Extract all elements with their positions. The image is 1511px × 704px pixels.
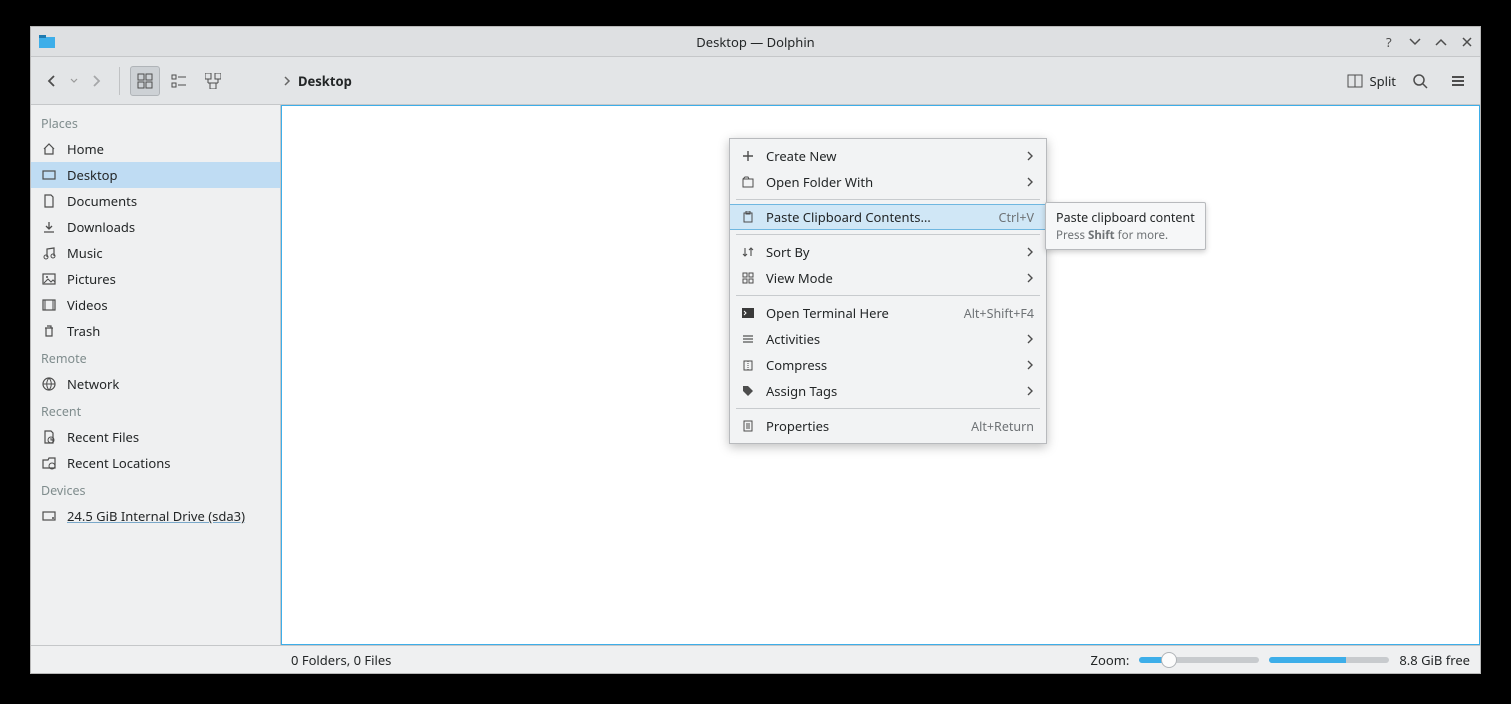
documents-icon [41,193,57,209]
menu-separator [736,199,1040,200]
sidebar-item-desktop[interactable]: Desktop [31,162,280,188]
close-icon[interactable] [1460,35,1474,49]
menu-sort-by[interactable]: Sort By [730,239,1046,265]
minimize-icon[interactable] [1408,35,1422,49]
plus-icon [740,148,756,164]
sidebar-item-documents[interactable]: Documents [31,188,280,214]
tag-icon [740,383,756,399]
chevron-right-icon [1026,247,1034,257]
recent-files-icon [41,429,57,445]
trash-icon [41,323,57,339]
sidebar-item-recent-files[interactable]: Recent Files [31,424,280,450]
places-sidebar: Places Home Desktop Documents Downloads … [31,105,281,645]
maximize-icon[interactable] [1434,35,1448,49]
tooltip: Paste clipboard content Press Shift for … [1045,202,1206,250]
titlebar: Desktop — Dolphin ? [31,27,1480,57]
split-icon [1347,73,1363,89]
drive-icon [41,508,57,524]
terminal-icon [740,305,756,321]
free-space-label: 8.8 GiB free [1399,651,1470,669]
details-view-button[interactable] [198,66,228,96]
remote-header: Remote [31,344,280,371]
sidebar-item-videos[interactable]: Videos [31,292,280,318]
pictures-icon [41,271,57,287]
toolbar-separator [119,67,120,95]
menu-open-terminal[interactable]: Open Terminal HereAlt+Shift+F4 [730,300,1046,326]
sidebar-item-recent-locations[interactable]: Recent Locations [31,450,280,476]
status-text: 0 Folders, 0 Files [291,651,391,669]
menu-activities[interactable]: Activities [730,326,1046,352]
places-header: Places [31,109,280,136]
app-icon [39,34,55,50]
breadcrumb[interactable]: Desktop [282,72,352,90]
network-icon [41,376,57,392]
menu-create-new[interactable]: Create New [730,143,1046,169]
svg-text:?: ? [1386,35,1392,49]
sidebar-item-network[interactable]: Network [31,371,280,397]
icons-view-button[interactable] [130,66,160,96]
back-button[interactable] [39,66,65,96]
split-button[interactable]: Split [1347,72,1396,90]
split-label: Split [1369,72,1396,90]
devices-header: Devices [31,476,280,503]
help-icon[interactable]: ? [1382,35,1396,49]
zoom-slider[interactable] [1139,657,1259,663]
tooltip-hint: Press Shift for more. [1056,228,1195,243]
chevron-right-icon [1026,386,1034,396]
chevron-right-icon [1026,151,1034,161]
compact-view-button[interactable] [164,66,194,96]
menu-separator [736,295,1040,296]
capacity-bar [1269,657,1389,663]
window-title: Desktop — Dolphin [31,33,1480,51]
sidebar-item-pictures[interactable]: Pictures [31,266,280,292]
recent-header: Recent [31,397,280,424]
sort-icon [740,244,756,260]
downloads-icon [41,219,57,235]
back-dropdown[interactable] [67,66,81,96]
chevron-right-icon [1026,273,1034,283]
breadcrumb-current[interactable]: Desktop [298,72,352,90]
sidebar-item-home[interactable]: Home [31,136,280,162]
activities-icon [740,331,756,347]
statusbar: 0 Folders, 0 Files Zoom: 8.8 GiB free [31,645,1480,673]
menu-paste[interactable]: Paste Clipboard Contents…Ctrl+V [730,204,1046,230]
desktop-icon [41,167,57,183]
paste-icon [740,209,756,225]
context-menu: Create New Open Folder With Paste Clipbo… [729,138,1047,444]
open-with-icon [740,174,756,190]
menu-view-mode[interactable]: View Mode [730,265,1046,291]
compress-icon [740,357,756,373]
menu-compress[interactable]: Compress [730,352,1046,378]
toolbar: Desktop Split [31,57,1480,105]
chevron-right-icon [282,76,292,86]
recent-locations-icon [41,455,57,471]
menu-properties[interactable]: PropertiesAlt+Return [730,413,1046,439]
zoom-handle[interactable] [1161,652,1177,668]
forward-button[interactable] [83,66,109,96]
menu-assign-tags[interactable]: Assign Tags [730,378,1046,404]
zoom-label: Zoom: [1091,651,1130,669]
menu-separator [736,234,1040,235]
hamburger-menu-button[interactable] [1444,67,1472,95]
chevron-right-icon [1026,360,1034,370]
videos-icon [41,297,57,313]
menu-separator [736,408,1040,409]
chevron-right-icon [1026,334,1034,344]
search-button[interactable] [1406,67,1434,95]
chevron-right-icon [1026,177,1034,187]
home-icon [41,141,57,157]
sidebar-item-music[interactable]: Music [31,240,280,266]
music-icon [41,245,57,261]
tooltip-title: Paste clipboard content [1056,209,1195,226]
menu-open-folder-with[interactable]: Open Folder With [730,169,1046,195]
view-mode-icon [740,270,756,286]
sidebar-item-downloads[interactable]: Downloads [31,214,280,240]
properties-icon [740,418,756,434]
sidebar-item-trash[interactable]: Trash [31,318,280,344]
sidebar-item-drive[interactable]: 24.5 GiB Internal Drive (sda3) [31,503,280,529]
